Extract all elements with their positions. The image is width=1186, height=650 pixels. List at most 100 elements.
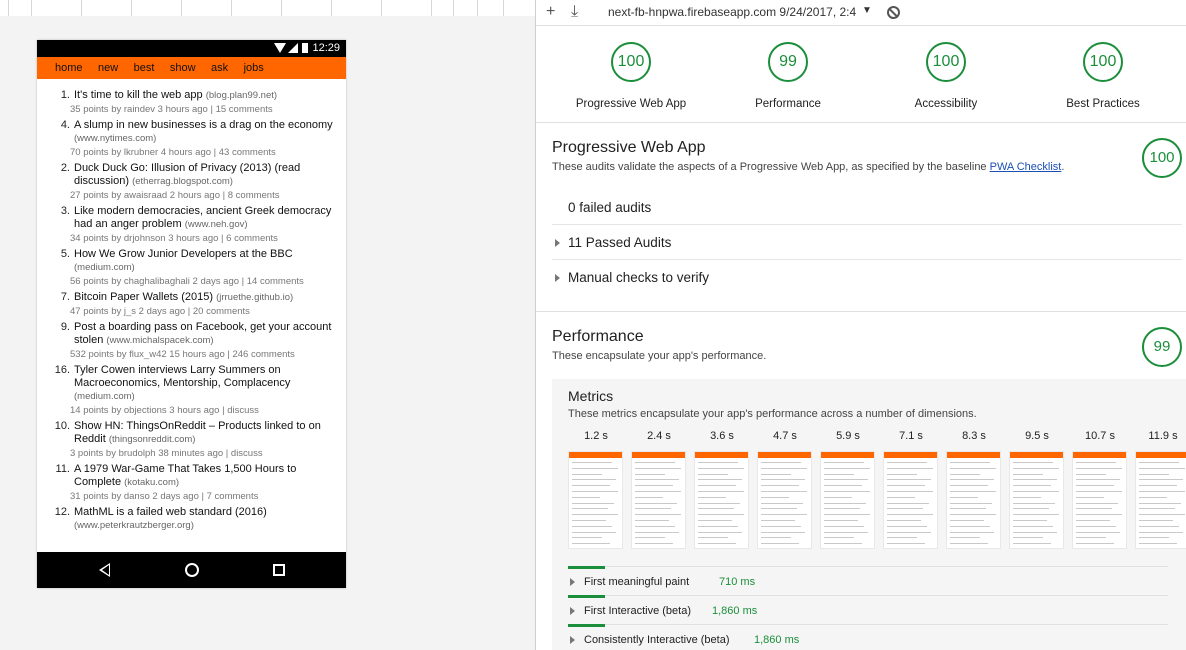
story-rank: 9. bbox=[60, 321, 70, 333]
summary-performance[interactable]: 99 Performance bbox=[713, 42, 863, 110]
pwa-section-desc: These audits validate the aspects of a P… bbox=[552, 161, 1065, 173]
list-item: 12. MathML is a failed web standard (201… bbox=[37, 506, 346, 532]
metric-name: First Interactive (beta) bbox=[584, 605, 691, 617]
download-icon[interactable]: ⤓ bbox=[571, 3, 578, 21]
story-rank: 11. bbox=[55, 463, 70, 475]
pwa-checklist-link[interactable]: PWA Checklist bbox=[990, 161, 1062, 173]
story-title-link[interactable]: A 1979 War-Game That Takes 1,500 Hours t… bbox=[74, 463, 296, 488]
summary-label: Best Practices bbox=[1066, 98, 1140, 110]
passed-audits-toggle[interactable]: 11 Passed Audits bbox=[552, 225, 1182, 260]
filmstrip-time: 7.1 s bbox=[899, 430, 923, 442]
metric-score-bar bbox=[568, 595, 605, 598]
list-item: 10. Show HN: ThingsOnReddit – Products l… bbox=[37, 420, 346, 446]
list-item: 5. How We Grow Junior Developers at the … bbox=[37, 248, 346, 274]
summary-label: Accessibility bbox=[914, 98, 978, 110]
story-list: 1. It's time to kill the web app (blog.p… bbox=[37, 89, 346, 532]
story-meta: 47 points by j_s 2 days ago | 20 comment… bbox=[70, 306, 250, 317]
device-emulation-pane: 12:29 home new best show ask jobs 1. It'… bbox=[0, 0, 535, 650]
story-title-link[interactable]: Bitcoin Paper Wallets (2015) bbox=[74, 291, 213, 303]
story-rank: 1. bbox=[60, 89, 70, 101]
metric-name: Consistently Interactive (beta) bbox=[584, 634, 730, 646]
filmstrip-thumbnail bbox=[631, 451, 686, 549]
manual-checks-toggle[interactable]: Manual checks to verify bbox=[552, 260, 1182, 295]
summary-accessibility[interactable]: 100 Accessibility bbox=[871, 42, 1021, 110]
story-domain: (blog.plan99.net) bbox=[205, 90, 278, 101]
story-domain: (www.michalspacek.com) bbox=[106, 335, 214, 346]
score-summary: 100 Progressive Web App 99 Performance 1… bbox=[536, 27, 1186, 123]
summary-best-practices[interactable]: 100 Best Practices bbox=[1028, 42, 1178, 110]
story-title-link[interactable]: A slump in new businesses is a drag on t… bbox=[74, 119, 333, 131]
story-meta: 70 points by lkrubner 4 hours ago | 43 c… bbox=[70, 147, 276, 158]
story-domain: (thingsonreddit.com) bbox=[108, 434, 196, 445]
nav-show[interactable]: show bbox=[170, 57, 196, 79]
hn-nav-bar: home new best show ask jobs bbox=[37, 57, 346, 79]
story-rank: 12. bbox=[54, 506, 70, 518]
metric-first-meaningful-paint[interactable]: First meaningful paint 710 ms bbox=[568, 566, 1168, 595]
add-icon[interactable]: + bbox=[546, 3, 555, 21]
filmstrip-time: 4.7 s bbox=[773, 430, 797, 442]
nav-home[interactable]: home bbox=[55, 57, 83, 79]
story-domain: (www.neh.gov) bbox=[184, 219, 248, 230]
score-gauge: 100 bbox=[1083, 42, 1123, 82]
chevron-down-icon[interactable]: ▼ bbox=[862, 5, 872, 16]
story-rank: 16. bbox=[54, 364, 70, 376]
metrics-title: Metrics bbox=[568, 388, 614, 404]
story-meta: 35 points by raindev 3 hours ago | 15 co… bbox=[70, 104, 273, 115]
filmstrip-thumbnail bbox=[757, 451, 812, 549]
filmstrip-thumbnail bbox=[1072, 451, 1127, 549]
story-title-link[interactable]: It's time to kill the web app bbox=[74, 89, 203, 101]
recents-square-icon[interactable] bbox=[273, 564, 285, 576]
metric-first-interactive[interactable]: First Interactive (beta) 1,860 ms bbox=[568, 595, 1168, 624]
metric-score-bar bbox=[568, 624, 605, 627]
score-gauge: 99 bbox=[768, 42, 808, 82]
filmstrip-thumbnail bbox=[1009, 451, 1064, 549]
metric-consistently-interactive[interactable]: Consistently Interactive (beta) 1,860 ms bbox=[568, 624, 1168, 650]
filmstrip-thumbnail bbox=[568, 451, 623, 549]
report-url-select[interactable]: next-fb-hnpwa.firebaseapp.com 9/24/2017,… bbox=[608, 5, 862, 19]
list-item: 1. It's time to kill the web app (blog.p… bbox=[37, 89, 346, 102]
story-rank: 5. bbox=[60, 248, 70, 260]
filmstrip-thumbnail bbox=[820, 451, 875, 549]
expand-triangle-icon bbox=[570, 578, 575, 586]
status-time: 12:29 bbox=[312, 42, 340, 54]
expand-triangle-icon bbox=[555, 274, 560, 282]
report-toolbar: + ⤓ next-fb-hnpwa.firebaseapp.com 9/24/2… bbox=[536, 0, 1186, 26]
story-title-link[interactable]: Tyler Cowen interviews Larry Summers on … bbox=[74, 364, 290, 389]
nav-new[interactable]: new bbox=[98, 57, 118, 79]
metric-score-bar bbox=[568, 566, 605, 569]
phone-frame: 12:29 home new best show ask jobs 1. It'… bbox=[37, 40, 346, 588]
story-domain: (medium.com) bbox=[74, 262, 135, 273]
story-meta: 56 points by chaghalibaghali 2 days ago … bbox=[70, 276, 304, 287]
score-gauge: 100 bbox=[611, 42, 651, 82]
signal-icon bbox=[288, 43, 298, 53]
wifi-icon bbox=[274, 43, 286, 53]
score-gauge: 100 bbox=[926, 42, 966, 82]
filmstrip-time: 8.3 s bbox=[962, 430, 986, 442]
story-rank: 7. bbox=[60, 291, 70, 303]
filmstrip-time: 11.9 s bbox=[1148, 430, 1178, 442]
story-title-link[interactable]: MathML is a failed web standard (2016) bbox=[74, 506, 267, 518]
list-item: 2. Duck Duck Go: Illusion of Privacy (20… bbox=[37, 162, 346, 188]
performance-section-desc: These encapsulate your app's performance… bbox=[552, 350, 767, 362]
summary-pwa[interactable]: 100 Progressive Web App bbox=[556, 42, 706, 110]
clear-icon[interactable] bbox=[887, 6, 900, 19]
story-domain: (www.nytimes.com) bbox=[74, 133, 157, 144]
home-circle-icon[interactable] bbox=[185, 563, 199, 577]
pwa-audit-groups: 0 failed audits 11 Passed Audits Manual … bbox=[552, 190, 1182, 295]
nav-ask[interactable]: ask bbox=[211, 57, 228, 79]
metric-value: 1,860 ms bbox=[712, 605, 758, 617]
metrics-panel: Metrics These metrics encapsulate your a… bbox=[552, 379, 1186, 650]
nav-jobs[interactable]: jobs bbox=[244, 57, 264, 79]
device-toolbar-ruler bbox=[0, 0, 535, 16]
filmstrip-thumbnail bbox=[946, 451, 1001, 549]
filmstrip-time: 2.4 s bbox=[647, 430, 671, 442]
nav-best[interactable]: best bbox=[134, 57, 155, 79]
story-rank: 10. bbox=[54, 420, 70, 432]
performance-score-gauge: 99 bbox=[1142, 327, 1182, 367]
list-item: 9. Post a boarding pass on Facebook, get… bbox=[37, 321, 346, 347]
story-meta: 3 points by brudolph 38 minutes ago | di… bbox=[70, 448, 263, 459]
list-item: 4. A slump in new businesses is a drag o… bbox=[37, 119, 346, 145]
pwa-section-title: Progressive Web App bbox=[552, 139, 706, 156]
filmstrip-time: 3.6 s bbox=[710, 430, 734, 442]
story-title-link[interactable]: How We Grow Junior Developers at the BBC bbox=[74, 248, 293, 260]
